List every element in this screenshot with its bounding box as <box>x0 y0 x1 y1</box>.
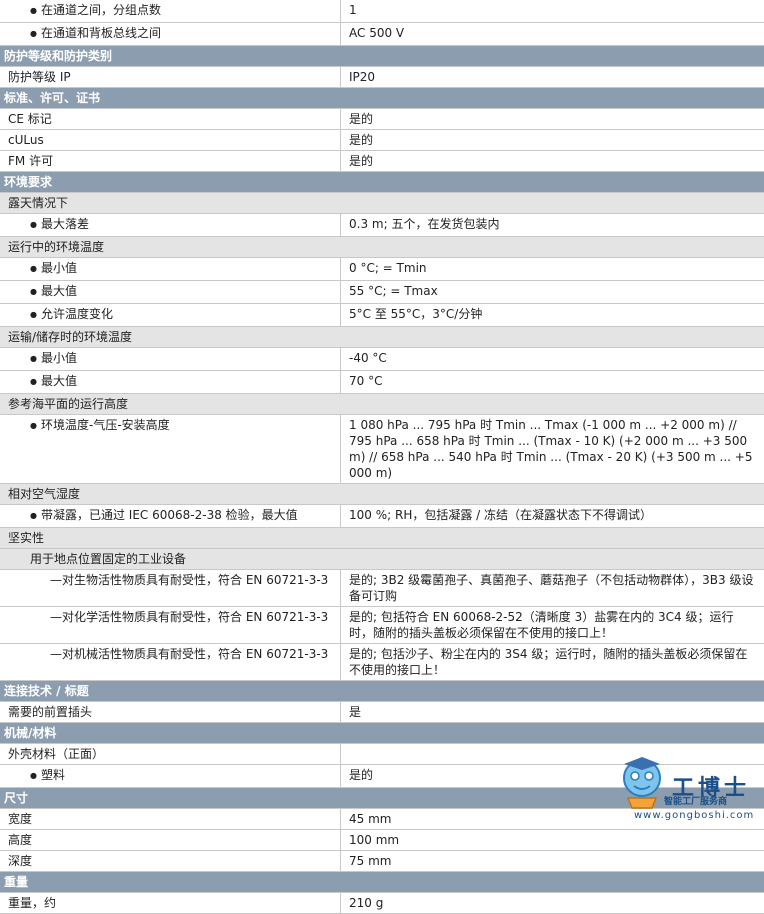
spec-label: 对机械活性物质具有耐受性，符合 EN 60721-3-3 <box>0 644 340 680</box>
spec-label: 防护等级和防护类别 <box>4 49 113 63</box>
spec-label: FM 许可 <box>8 154 54 168</box>
spec-label: 需要的前置插头 <box>8 705 93 719</box>
spec-label: 最小值 <box>0 348 340 370</box>
spec-label: 在通道和背板总线之间 <box>0 23 340 45</box>
spec-label: 露天情况下 <box>8 196 69 210</box>
spec-value: AC 500 V <box>340 23 764 45</box>
spec-label: 塑料 <box>0 765 340 787</box>
section-header: 防护等级和防护类别 <box>0 46 764 67</box>
spec-value: 5°C 至 55°C，3°C/分钟 <box>340 304 764 326</box>
watermark-url: www.gongboshi.com <box>634 810 755 821</box>
spec-row: 深度 75 mm <box>0 851 764 872</box>
subsection-header: 相对空气湿度 <box>0 484 764 505</box>
watermark-logo: 工博士 智能工厂服务商 www.gongboshi.com <box>614 748 754 828</box>
spec-value: 1 <box>340 0 764 22</box>
spec-label: 对生物活性物质具有耐受性，符合 EN 60721-3-3 <box>0 570 340 606</box>
watermark-slogan: 智能工厂服务商 <box>664 797 728 807</box>
subsection-header: 运行中的环境温度 <box>0 237 764 258</box>
spec-label: 运行中的环境温度 <box>8 240 105 254</box>
spec-label: 宽度 <box>8 812 33 826</box>
spec-value: 是的 <box>340 109 764 129</box>
spec-label: 高度 <box>8 833 33 847</box>
spec-label: 最大值 <box>0 281 340 303</box>
spec-row: 环境温度-气压-安装高度1 080 hPa ... 795 hPa 时 Tmin… <box>0 415 764 484</box>
spec-row: 最小值-40 °C <box>0 348 764 371</box>
spec-label: 机械/材料 <box>4 726 57 740</box>
spec-label: 最大落差 <box>0 214 340 236</box>
spec-row: cULus 是的 <box>0 130 764 151</box>
robot-mascot-icon <box>623 757 661 809</box>
subsection-header: 露天情况下 <box>0 193 764 214</box>
spec-row: 最小值0 °C; = Tmin <box>0 258 764 281</box>
section-header: 机械/材料 <box>0 723 764 744</box>
spec-label: 参考海平面的运行高度 <box>8 397 129 411</box>
spec-value: 70 °C <box>340 371 764 393</box>
spec-value: 0 °C; = Tmin <box>340 258 764 280</box>
section-header: 连接技术 / 标题 <box>0 681 764 702</box>
spec-row: 对机械活性物质具有耐受性，符合 EN 60721-3-3是的; 包括沙子、粉尘在… <box>0 644 764 681</box>
spec-row: 对化学活性物质具有耐受性，符合 EN 60721-3-3是的; 包括符合 EN … <box>0 607 764 644</box>
spec-label: 对化学活性物质具有耐受性，符合 EN 60721-3-3 <box>0 607 340 643</box>
subsection-header: 坚实性 <box>0 528 764 549</box>
spec-label: 在通道之间，分组点数 <box>0 0 340 22</box>
spec-label: 连接技术 / 标题 <box>4 684 89 698</box>
spec-value: 是的; 包括符合 EN 60068-2-52（清晰度 3）盐雾在内的 3C4 级… <box>340 607 764 643</box>
spec-label: 重量，约 <box>8 896 57 910</box>
spec-row: 高度 100 mm <box>0 830 764 851</box>
subsection-header: 用于地点位置固定的工业设备 <box>0 549 764 570</box>
spec-row: 允许温度变化5°C 至 55°C，3°C/分钟 <box>0 304 764 327</box>
spec-label: 最小值 <box>0 258 340 280</box>
subsection-header: 运输/储存时的环境温度 <box>0 327 764 348</box>
spec-value: IP20 <box>340 67 764 87</box>
spec-row: 最大值70 °C <box>0 371 764 394</box>
spec-label: 用于地点位置固定的工业设备 <box>30 552 187 566</box>
spec-value: 55 °C; = Tmax <box>340 281 764 303</box>
spec-row: 在通道之间，分组点数1 <box>0 0 764 23</box>
spec-row: 重量，约 210 g <box>0 893 764 914</box>
spec-row: 需要的前置插头 是 <box>0 702 764 723</box>
spec-label: 坚实性 <box>8 531 45 545</box>
spec-label: 外壳材料（正面） <box>8 747 105 761</box>
spec-value: 是的; 包括沙子、粉尘在内的 3S4 级；运行时，随附的插头盖板必须保留在不使用… <box>340 644 764 680</box>
spec-value: 是的 <box>340 151 764 171</box>
spec-label: 重量 <box>4 875 29 889</box>
section-header: 标准、许可、证书 <box>0 88 764 109</box>
spec-label: 深度 <box>8 854 33 868</box>
spec-row: CE 标记 是的 <box>0 109 764 130</box>
spec-row: 最大落差0.3 m; 五个，在发货包装内 <box>0 214 764 237</box>
spec-value: 100 mm <box>340 830 764 850</box>
spec-label: 环境温度-气压-安装高度 <box>0 415 340 483</box>
spec-row: 带凝露，已通过 IEC 60068-2-38 检验，最大值100 %; RH，包… <box>0 505 764 528</box>
section-header: 环境要求 <box>0 172 764 193</box>
spec-value: 是的 <box>340 130 764 150</box>
spec-label: 防护等级 IP <box>8 70 71 84</box>
spec-row: FM 许可 是的 <box>0 151 764 172</box>
spec-label: cULus <box>8 133 44 147</box>
spec-value: 210 g <box>340 893 764 913</box>
spec-value: 75 mm <box>340 851 764 871</box>
spec-label: 运输/储存时的环境温度 <box>8 330 133 344</box>
spec-label: 相对空气湿度 <box>8 487 81 501</box>
spec-value: -40 °C <box>340 348 764 370</box>
subsection-header: 参考海平面的运行高度 <box>0 394 764 415</box>
spec-row: 在通道和背板总线之间AC 500 V <box>0 23 764 46</box>
spec-value: 100 %; RH，包括凝露 / 冻结（在凝露状态下不得调试） <box>340 505 764 527</box>
spec-label: 带凝露，已通过 IEC 60068-2-38 检验，最大值 <box>0 505 340 527</box>
spec-value: 是 <box>340 702 764 722</box>
spec-label: 最大值 <box>0 371 340 393</box>
section-header: 重量 <box>0 872 764 893</box>
spec-label: 标准、许可、证书 <box>4 91 101 105</box>
spec-value: 是的; 3B2 级霉菌孢子、真菌孢子、蘑菇孢子（不包括动物群体），3B3 级设备… <box>340 570 764 606</box>
spec-label: CE 标记 <box>8 112 52 126</box>
spec-value: 0.3 m; 五个，在发货包装内 <box>340 214 764 236</box>
spec-value: 1 080 hPa ... 795 hPa 时 Tmin ... Tmax (-… <box>340 415 764 483</box>
spec-row: 最大值55 °C; = Tmax <box>0 281 764 304</box>
spec-row: 防护等级 IP IP20 <box>0 67 764 88</box>
spec-label: 环境要求 <box>4 175 53 189</box>
spec-row: 对生物活性物质具有耐受性，符合 EN 60721-3-3是的; 3B2 级霉菌孢… <box>0 570 764 607</box>
spec-label: 允许温度变化 <box>0 304 340 326</box>
